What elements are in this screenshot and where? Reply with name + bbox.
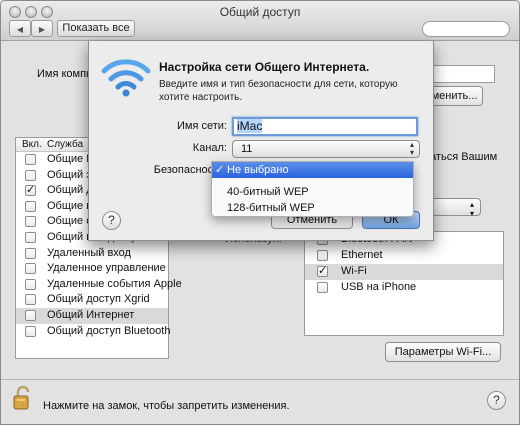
security-option-wep128[interactable]: 128-битный WEP [212, 200, 413, 216]
port-name: Ethernet [341, 249, 383, 261]
service-row[interactable]: Общий Интернет [16, 307, 168, 324]
channel-label: Канал: [192, 142, 227, 154]
sharing-window: Общий доступ ◀ ▶ Показать все Имя компь … [0, 0, 520, 425]
channel-popup[interactable]: 11 ▴ ▾ [232, 140, 420, 158]
service-row[interactable]: Удаленный вход [16, 246, 168, 262]
network-name-label: Имя сети: [177, 120, 227, 132]
security-option-label: 128-битный WEP [227, 202, 315, 214]
port-row[interactable]: ✓ Wi-Fi [305, 264, 503, 280]
wifi-options-button[interactable]: Параметры Wi-Fi... [385, 342, 501, 362]
service-checkbox[interactable]: ✓ [25, 185, 36, 197]
service-row[interactable]: Общий доступ Bluetooth [16, 324, 171, 340]
bottom-divider [1, 379, 519, 380]
service-name: Удаленное управление [47, 262, 166, 275]
service-checkbox[interactable] [25, 325, 36, 337]
checkmark-icon: ✓ [215, 164, 225, 176]
lock-icon[interactable] [12, 385, 34, 411]
column-header-service[interactable]: Служба [47, 139, 83, 150]
security-option-wep40[interactable]: 40-битный WEP [212, 184, 413, 200]
security-dropdown-menu: ✓ Не выбрано 40-битный WEP 128-битный WE… [211, 161, 414, 217]
sheet-title: Настройка сети Общего Интернета. [159, 60, 370, 74]
channel-value: 11 [241, 143, 253, 155]
computer-name-field[interactable] [433, 65, 495, 83]
port-row[interactable]: USB на iPhone [305, 280, 503, 296]
service-checkbox[interactable] [25, 247, 36, 259]
port-checkbox[interactable] [317, 282, 328, 293]
network-name-field[interactable]: iMac [232, 117, 418, 136]
service-checkbox[interactable] [25, 169, 36, 181]
service-name: Удаленный вход [47, 246, 131, 259]
service-checkbox[interactable] [25, 278, 36, 290]
service-row[interactable]: Удаленные события Apple [16, 277, 182, 293]
back-arrow-icon: ◀ [16, 25, 24, 34]
service-row[interactable]: Общий доступ Xgrid [16, 292, 168, 308]
security-option-label: Не выбрано [227, 164, 289, 176]
service-name: Общий доступ Xgrid [47, 293, 150, 306]
forward-button[interactable]: ▶ [31, 20, 53, 37]
port-name: USB на iPhone [341, 281, 417, 293]
service-checkbox[interactable] [25, 200, 36, 212]
service-checkbox[interactable] [25, 231, 36, 243]
service-row[interactable]: Удаленное управление [16, 261, 168, 277]
sheet-help-button[interactable]: ? [102, 211, 121, 230]
back-button[interactable]: ◀ [9, 20, 31, 37]
help-button[interactable]: ? [487, 391, 506, 410]
column-header-on[interactable]: Вкл. [22, 139, 42, 150]
security-option-none[interactable]: ✓ Не выбрано [212, 162, 413, 178]
forward-arrow-icon: ▶ [38, 25, 46, 34]
port-checkbox[interactable]: ✓ [317, 266, 328, 277]
port-name: Wi-Fi [341, 265, 367, 277]
security-option-label: 40-битный WEP [227, 186, 309, 198]
service-checkbox[interactable] [25, 263, 36, 275]
ports-table: Bluetooth PANEthernet✓Wi-FiUSB на iPhone [304, 231, 504, 336]
show-all-button[interactable]: Показать все [57, 20, 135, 37]
lock-text: Нажмите на замок, чтобы запретить измене… [43, 400, 290, 412]
port-checkbox[interactable] [317, 250, 328, 261]
popup-arrows-icon: ▴ ▾ [409, 140, 414, 157]
network-name-value: iMac [237, 119, 263, 133]
service-checkbox[interactable] [25, 216, 36, 228]
computer-name-label: Имя компь [37, 68, 92, 80]
service-checkbox[interactable] [25, 154, 36, 165]
window-title: Общий доступ [219, 5, 301, 19]
service-checkbox[interactable] [25, 294, 36, 306]
search-field[interactable] [422, 21, 510, 37]
service-name: Удаленные события Apple [47, 277, 182, 290]
service-name: Общий Интернет [47, 308, 135, 321]
service-checkbox[interactable] [25, 309, 36, 321]
popup-arrows-icon: ▴ ▾ [469, 200, 474, 218]
sheet-description: Введите имя и тип безопасности для сети,… [159, 79, 398, 103]
sharing-description-text: заться Вашим [425, 151, 498, 163]
title-bar: Общий доступ ◀ ▶ Показать все [1, 1, 519, 41]
wifi-icon [101, 59, 151, 97]
service-name: Общий доступ Bluetooth [47, 324, 171, 337]
port-row[interactable]: Ethernet [305, 248, 503, 264]
